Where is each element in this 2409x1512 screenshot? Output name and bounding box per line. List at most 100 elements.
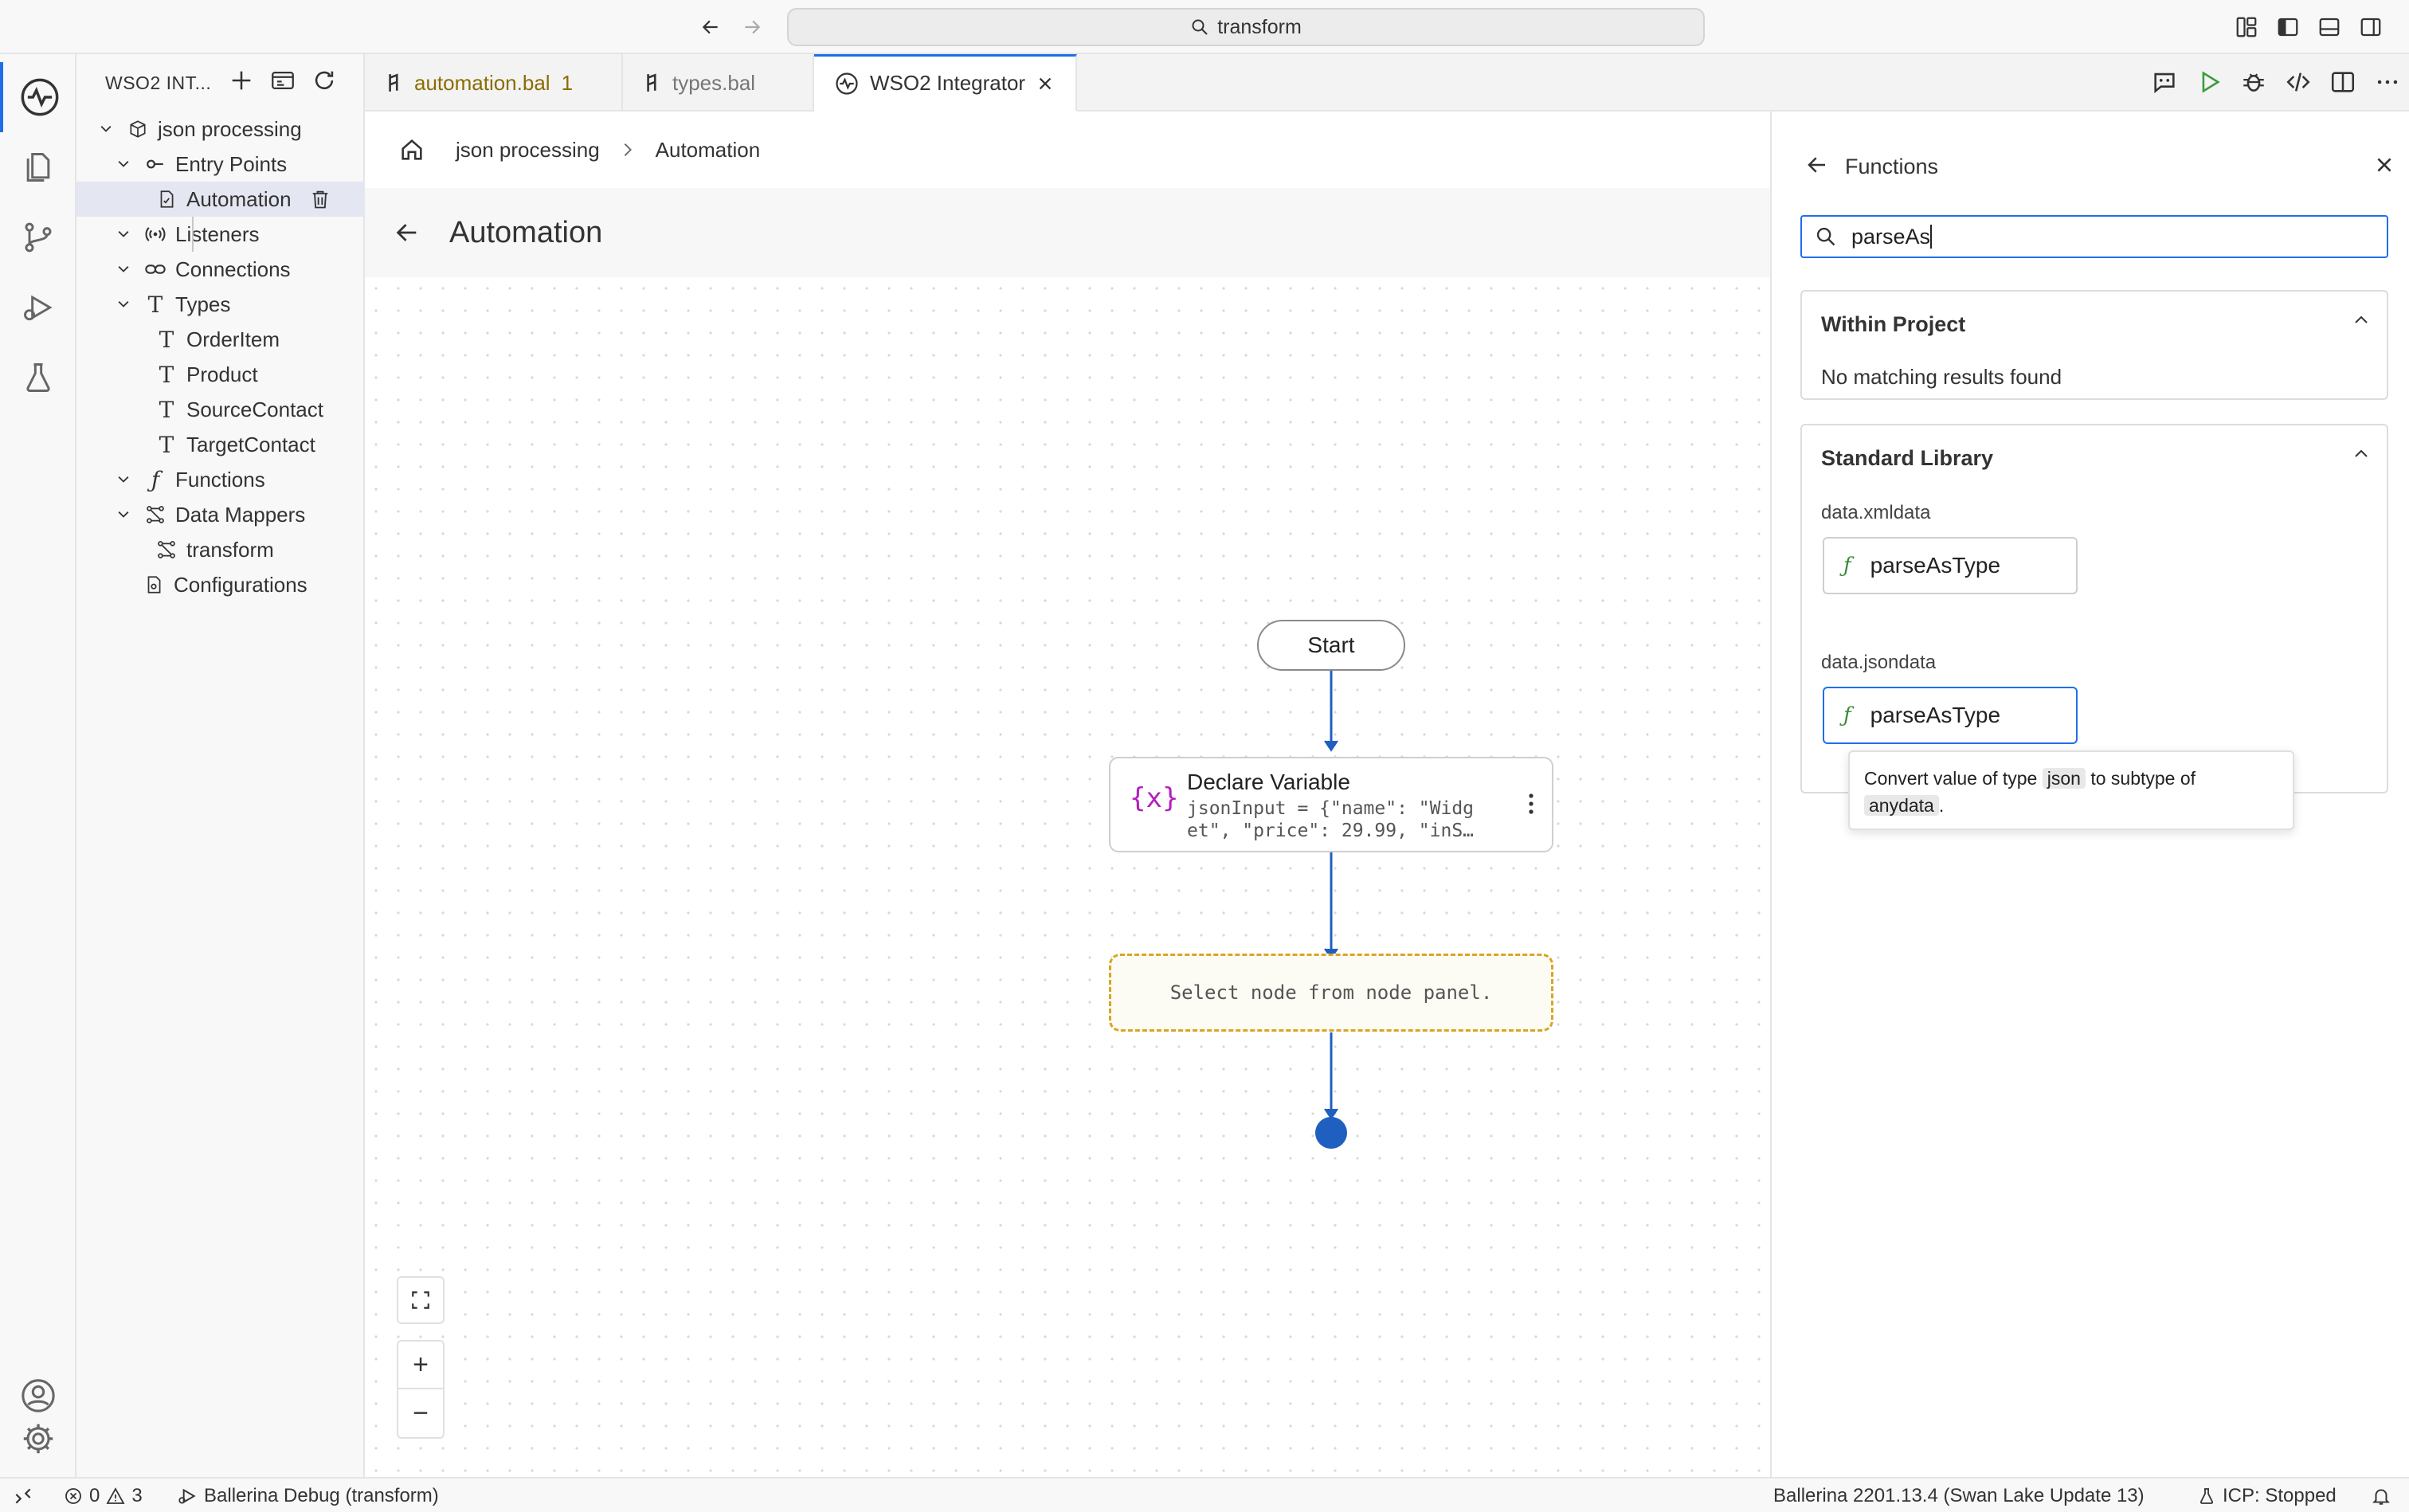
problems-indicator[interactable]: 0 3 [64,1479,143,1512]
toggle-secondary-sidebar-icon[interactable] [2356,13,2385,41]
search-icon [1815,225,1837,248]
flow-connectors [1315,671,1347,1149]
flow-canvas[interactable]: Start {x} Declare Variable jsonInput = {… [365,277,1770,1477]
notifications[interactable] [2371,1479,2391,1512]
back-arrow-icon[interactable] [695,11,727,43]
chevron-up-icon[interactable] [2352,445,2371,464]
refresh-icon[interactable] [311,67,338,94]
run-icon[interactable] [2196,69,2223,96]
explorer-icon[interactable] [0,132,76,202]
tree-data-mappers[interactable]: Data Mappers [76,497,365,532]
open-panel-icon[interactable] [269,67,296,94]
settings-gear-icon[interactable] [0,1404,76,1474]
tree-types[interactable]: T Types [76,287,365,322]
tab-types-bal[interactable]: types.bal [623,54,814,112]
tree-functions[interactable]: ƒ Functions [76,462,365,497]
end-node [1315,1117,1347,1149]
tooltip-type-chip: anydata [1864,795,1939,816]
tree-label: json processing [158,116,302,141]
tree-type-item[interactable]: T TargetContact [76,427,365,462]
fit-screen-icon [410,1290,431,1310]
back-arrow-icon[interactable] [1805,153,1829,177]
function-card-parseastype[interactable]: ƒ parseAsType [1823,687,2078,744]
declare-variable-node[interactable]: {x} Declare Variable jsonInput = {"name"… [1109,757,1553,852]
tree-project[interactable]: json processing [76,112,365,147]
tree-configurations[interactable]: Configurations [76,567,365,602]
start-label: Start [1307,633,1355,657]
variable-icon: {x} [1130,782,1179,814]
automation-file-icon [155,187,178,211]
tooltip-type-chip: json [2042,768,2086,789]
toggle-primary-sidebar-icon[interactable] [2274,13,2302,41]
close-tab-icon[interactable] [1036,75,1054,92]
zoom-in-button[interactable]: + [398,1342,443,1389]
section-title: Standard Library [1821,446,1994,470]
command-center-text: transform [1217,15,1302,38]
data-mapper-icon [143,503,167,527]
tree-transform[interactable]: transform [76,532,365,567]
back-arrow-icon[interactable] [394,219,421,246]
start-node[interactable]: Start [1257,620,1405,671]
command-center-search[interactable]: transform [787,8,1705,46]
bell-icon [2371,1486,2391,1506]
forward-arrow-icon[interactable] [736,11,768,43]
tree-listeners[interactable]: Listeners [76,217,365,252]
tree-label: OrderItem [186,327,280,351]
remote-indicator[interactable] [13,1479,33,1512]
split-editor-icon[interactable] [2329,69,2356,96]
show-source-code-icon[interactable] [2285,69,2312,96]
add-icon[interactable] [228,67,255,94]
tree-indent-guide [192,217,194,252]
toggle-panel-icon[interactable] [2315,13,2344,41]
tooltip-prefix: Convert value of type [1864,768,2038,789]
error-count: 0 [89,1485,100,1506]
breadcrumb-project[interactable]: json processing [456,138,600,163]
function-icon: ƒ [1843,703,1851,727]
flask-icon [2197,1487,2216,1506]
fit-to-screen-button[interactable] [397,1276,445,1324]
tree-entry-points[interactable]: Entry Points [76,147,365,182]
tree-type-item[interactable]: T SourceContact [76,392,365,427]
tree-automation[interactable]: Automation [76,182,365,217]
chevron-down-icon [112,257,135,281]
tree-type-item[interactable]: T OrderItem [76,322,365,357]
wso2-integrator-activity-icon[interactable] [0,62,76,132]
debug-bug-icon[interactable] [2240,69,2267,96]
debug-icon [177,1486,198,1506]
version-label: Ballerina 2201.13.4 (Swan Lake Update 13… [1773,1485,2145,1506]
tree-label: SourceContact [186,397,323,421]
trash-icon[interactable] [309,188,331,210]
flow-editor: json processing Automation Automation St… [365,112,1770,1477]
sidebar: WSO2 INT... json processing Entry Points… [76,54,365,1477]
tree-label: Types [175,292,231,316]
chevron-up-icon[interactable] [2352,311,2371,330]
tree-connections[interactable]: Connections [76,252,365,287]
tree-type-item[interactable]: T Product [76,357,365,392]
title-bar: transform [0,0,2409,54]
tab-automation-bal[interactable]: automation.bal 1 [365,54,623,112]
home-icon[interactable] [398,136,425,163]
function-search-input[interactable]: parseAs [1800,215,2388,258]
connector-arrow [1324,740,1338,752]
function-icon: ƒ [1843,554,1851,578]
icp-status[interactable]: ICP: Stopped [2197,1479,2337,1512]
empty-node-placeholder[interactable]: Select node from node panel. [1109,954,1553,1032]
function-card-parseastype[interactable]: ƒ parseAsType [1823,537,2078,594]
source-control-icon[interactable] [0,202,76,272]
more-actions-icon[interactable] [2374,69,2401,96]
copilot-chat-icon[interactable] [2151,69,2178,96]
type-icon: T [147,291,163,318]
tree-label: TargetContact [186,432,315,456]
tab-wso2-integrator[interactable]: WSO2 Integrator [814,54,1077,112]
sidebar-toolbar [228,67,338,94]
editor-actions [2151,69,2401,96]
warning-count: 3 [131,1485,143,1506]
run-debug-icon[interactable] [0,272,76,343]
customize-layout-icon[interactable] [2232,13,2261,41]
zoom-out-button[interactable]: − [398,1389,443,1437]
node-menu-icon[interactable] [1522,790,1541,817]
ballerina-version[interactable]: Ballerina 2201.13.4 (Swan Lake Update 13… [1773,1479,2145,1512]
testing-flask-icon[interactable] [0,343,76,413]
debug-session-indicator[interactable]: Ballerina Debug (transform) [177,1479,439,1512]
close-panel-icon[interactable] [2374,155,2395,175]
